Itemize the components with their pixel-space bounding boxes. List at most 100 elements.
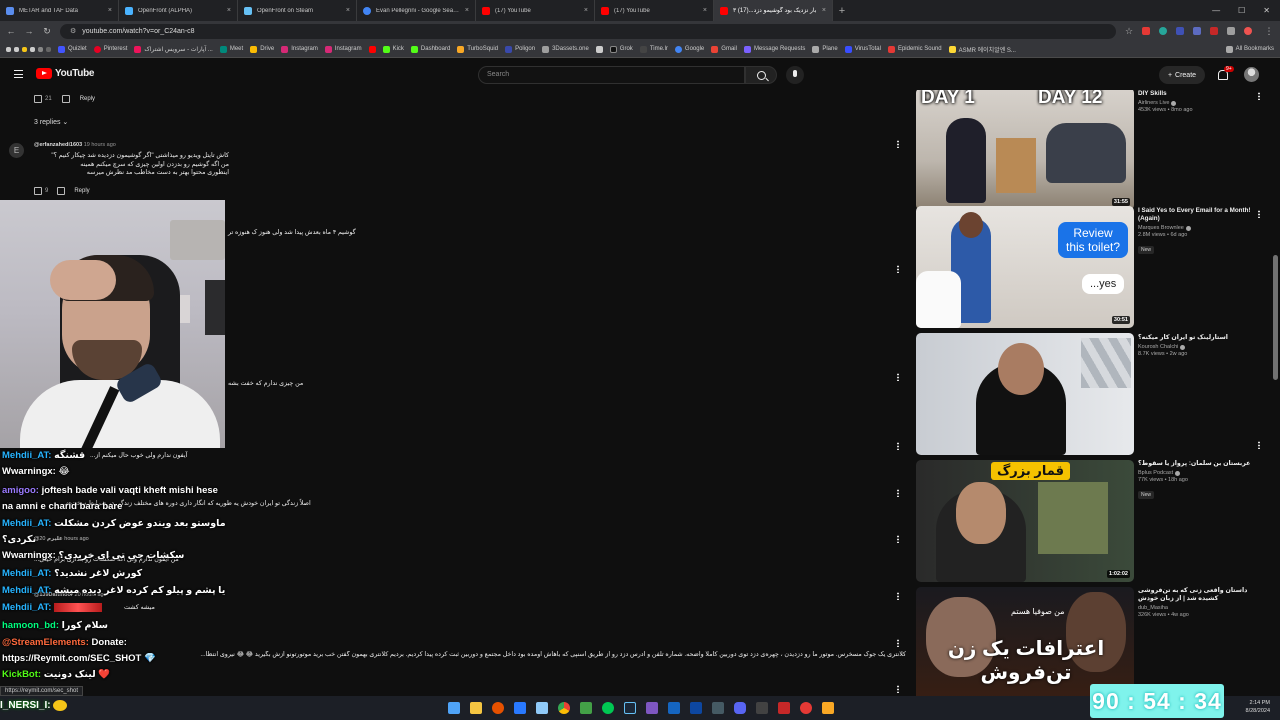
reload-icon[interactable]: ↻ — [42, 26, 52, 37]
comment-menu-icon[interactable] — [897, 373, 899, 381]
bookmark-item[interactable]: Epidemic Sound — [887, 45, 942, 53]
discord-icon[interactable] — [734, 702, 746, 714]
browser-tab[interactable]: METAR and TAF Data × — [0, 0, 119, 21]
reply-button[interactable]: Reply — [74, 188, 89, 194]
dislike-icon[interactable] — [57, 187, 66, 195]
back-icon[interactable]: ← — [6, 26, 16, 36]
channel-name[interactable]: Marques Brownlee — [1138, 225, 1268, 231]
comment-menu-icon[interactable] — [897, 442, 899, 450]
video-info[interactable]: I Said Yes to Every Email for a Month! (… — [1138, 207, 1268, 256]
app-icon[interactable] — [668, 702, 680, 714]
forward-icon[interactable]: → — [24, 26, 34, 36]
bookmark-item[interactable]: Instagram — [281, 45, 318, 53]
like-icon[interactable] — [34, 95, 42, 103]
hamburger-menu-icon[interactable] — [14, 70, 23, 78]
bookmark-item[interactable]: 3Dassets.one — [542, 45, 589, 53]
new-tab-button[interactable]: + — [833, 5, 851, 17]
bookmark-apps-icon[interactable] — [6, 46, 51, 52]
bookmark-item[interactable]: Drive — [250, 45, 274, 53]
browser-tab[interactable]: OpenFront (ALPHA) × — [119, 0, 238, 21]
extension-icon[interactable] — [1193, 27, 1201, 35]
video-info[interactable]: DIY Skills Airliners Live 453K views • 8… — [1138, 90, 1268, 113]
video-menu-icon[interactable] — [1258, 92, 1260, 100]
close-window-icon[interactable]: ✕ — [1263, 6, 1270, 15]
video-info[interactable]: عربستان بن سلمان: پرواز یا سقوط؟ Bplus P… — [1138, 460, 1268, 501]
page-scrollbar[interactable] — [1273, 255, 1278, 380]
video-info[interactable]: استارلینک تو ایران کار میکنه؟ Kourosh Ch… — [1138, 334, 1268, 357]
channel-name[interactable]: dub_Masiha — [1138, 605, 1268, 611]
bookmark-item[interactable]: Google — [674, 45, 704, 53]
search-button[interactable] — [745, 66, 777, 84]
search-app-icon[interactable] — [492, 702, 504, 714]
minimize-icon[interactable]: — — [1212, 6, 1220, 15]
bookmark-item[interactable]: Plane — [812, 45, 838, 53]
video-menu-icon[interactable] — [1258, 210, 1260, 218]
video-title[interactable]: I Said Yes to Every Email for a Month! (… — [1138, 207, 1268, 223]
close-icon[interactable]: × — [346, 7, 350, 14]
comment-menu-icon[interactable] — [897, 592, 899, 600]
close-icon[interactable]: × — [822, 7, 826, 14]
bookmark-item[interactable]: Pinterest — [93, 45, 127, 53]
comment-menu-icon[interactable] — [897, 639, 899, 647]
bookmark-item[interactable]: Meet — [219, 45, 243, 53]
comment-author[interactable]: @erfanzahedi1603 19 hours ago — [34, 142, 116, 148]
app-icon[interactable] — [756, 702, 768, 714]
browser-tab[interactable]: (17) YouTube × — [476, 0, 595, 21]
extension-icon[interactable] — [1159, 27, 1167, 35]
more-menu-icon[interactable]: ⋮ — [1264, 26, 1274, 37]
voice-search-icon[interactable] — [786, 66, 804, 84]
dislike-icon[interactable] — [61, 95, 70, 103]
channel-name[interactable]: Airliners Live — [1138, 100, 1268, 106]
browser-tab-active[interactable]: ۳ بار نزدیک بود گوشیمو دزد...(17) × — [714, 0, 833, 21]
comment-menu-icon[interactable] — [897, 535, 899, 543]
app-icon[interactable] — [536, 702, 548, 714]
bookmark-item[interactable]: ASMR 에이치알엔 S... — [948, 45, 1016, 54]
bookmark-item[interactable]: آپارات - سرویس اشتراک ... — [134, 45, 213, 53]
like-icon[interactable] — [34, 187, 42, 195]
replies-toggle[interactable]: 3 replies ⌄ — [34, 118, 68, 126]
video-title[interactable]: داستان واقعی زنی که به تن‌فروشی کشیده شد… — [1138, 587, 1268, 603]
url-field[interactable]: ⚙ youtube.com/watch?v=or_C24an-c8 — [60, 23, 1116, 39]
app-icon[interactable] — [778, 702, 790, 714]
app-icon[interactable] — [690, 702, 702, 714]
video-thumbnail[interactable] — [916, 333, 1134, 455]
comment-menu-icon[interactable] — [897, 265, 899, 273]
video-thumbnail[interactable]: من صوفیا هستم اعترافات یک زن تن‌فروش — [916, 587, 1134, 696]
close-icon[interactable]: × — [465, 7, 469, 14]
youtube-logo[interactable]: YouTube — [36, 68, 95, 79]
video-thumbnail[interactable]: قمار بزرگ 1:02:02 — [916, 460, 1134, 582]
start-icon[interactable] — [448, 702, 460, 714]
comment-menu-icon[interactable] — [897, 685, 899, 693]
bookmark-item[interactable] — [368, 45, 376, 53]
extension-icon[interactable] — [1176, 27, 1184, 35]
bookmark-star-icon[interactable]: ☆ — [1124, 26, 1134, 37]
file-explorer-icon[interactable] — [470, 702, 482, 714]
app-icon[interactable] — [646, 702, 658, 714]
app-icon[interactable] — [514, 702, 526, 714]
search-input[interactable]: Search — [478, 66, 745, 84]
video-info[interactable]: داستان واقعی زنی که به تن‌فروشی کشیده شد… — [1138, 587, 1268, 618]
reply-button[interactable]: Reply — [80, 96, 95, 102]
comment-menu-icon[interactable] — [897, 489, 899, 497]
comment-avatar[interactable]: E — [9, 143, 24, 158]
channel-name[interactable]: Kourosh Chalchi — [1138, 344, 1268, 350]
site-info-icon[interactable]: ⚙ — [70, 27, 76, 35]
video-thumbnail[interactable]: Review this toilet? ...yes 30:51 — [916, 206, 1134, 328]
app-icon[interactable] — [602, 702, 614, 714]
channel-name[interactable]: Bplus Podcast — [1138, 470, 1268, 476]
maximize-icon[interactable]: ☐ — [1238, 6, 1245, 15]
app-icon[interactable] — [712, 702, 724, 714]
app-icon[interactable] — [800, 702, 812, 714]
extension-icon[interactable] — [1210, 27, 1218, 35]
video-thumbnail[interactable]: DAY 1 DAY 12 31:55 — [916, 90, 1134, 210]
comment-menu-icon[interactable] — [897, 140, 899, 148]
app-icon[interactable] — [822, 702, 834, 714]
bookmark-item[interactable]: TurboSquid — [457, 45, 498, 53]
app-icon[interactable] — [580, 702, 592, 714]
video-title[interactable]: DIY Skills — [1138, 90, 1268, 98]
browser-tab[interactable]: (17) YouTube × — [595, 0, 714, 21]
bookmark-item[interactable]: Poligon — [505, 45, 535, 53]
bookmark-item[interactable]: Quizlet — [58, 45, 87, 53]
steam-icon[interactable] — [624, 702, 636, 714]
close-icon[interactable]: × — [227, 7, 231, 14]
